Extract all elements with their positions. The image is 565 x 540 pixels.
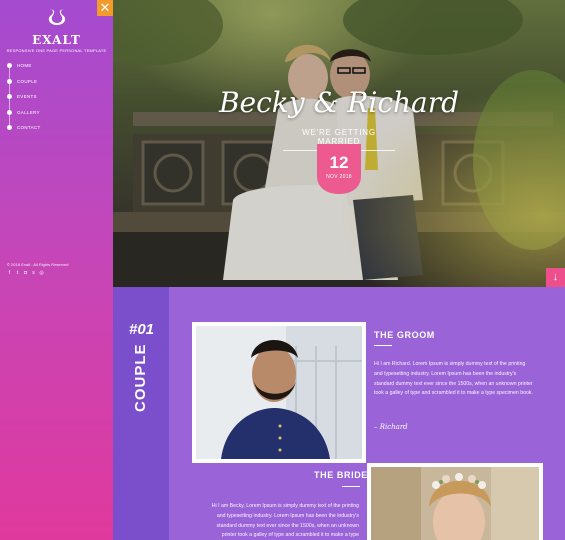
bride-heading: THE BRIDE	[314, 470, 368, 480]
heading-divider	[374, 345, 392, 346]
bride-bio: Hi I am Becky, Lorem Ipsum is simply dum…	[211, 503, 359, 539]
social-links: f t ◘ s ◎	[7, 271, 44, 276]
heading-divider	[342, 486, 360, 487]
nav-dot-icon	[7, 78, 12, 84]
bride-photo	[367, 463, 543, 540]
nav-label: EVENTS	[17, 94, 37, 100]
nav-item-gallery[interactable]: GALLERY	[7, 105, 107, 121]
section-label: COUPLE	[132, 343, 149, 412]
swan-logo-icon	[48, 9, 65, 25]
date-month: NOV 2018	[326, 174, 352, 180]
nav-dot-icon	[7, 63, 12, 69]
skype-icon[interactable]: s	[31, 271, 36, 276]
scroll-down-button[interactable]: ↓	[546, 268, 565, 287]
nav-label: HOME	[17, 63, 32, 69]
brand-name: EXALT	[32, 33, 81, 47]
brand-tagline: RESPONSIVE ONE PAGE PERSONAL TEMPLATE	[6, 48, 107, 53]
section-number: #01	[129, 321, 155, 338]
groom-bio: Hi I am Richard. Lorem Ipsum is simply d…	[374, 361, 533, 397]
nav-dot-icon	[7, 125, 12, 131]
groom-photo	[192, 322, 366, 463]
nav-item-home[interactable]: HOME	[7, 58, 107, 74]
date-day: 12	[329, 153, 349, 172]
sidebar: EXALT RESPONSIVE ONE PAGE PERSONAL TEMPL…	[0, 0, 113, 540]
copyright-text: © 2018 Exalt - All Rights Reserved	[7, 262, 69, 267]
nav-label: GALLERY	[17, 109, 40, 115]
nav-label: CONTACT	[17, 125, 41, 131]
couple-names: Becky & Richard	[218, 86, 460, 119]
close-icon: ✕	[99, 0, 111, 15]
groom-heading: THE GROOM	[374, 330, 435, 340]
nav-dot-icon	[7, 109, 12, 115]
close-sidebar-button[interactable]: ✕	[97, 0, 113, 16]
couple-section: #01 COUPLE THE GROOM Hi I am Richard. Lo…	[113, 287, 565, 540]
nav-item-contact[interactable]: CONTACT	[7, 120, 107, 136]
arrow-down-icon: ↓	[552, 271, 559, 283]
nav-item-events[interactable]: EVENTS	[7, 89, 107, 105]
dribbble-icon[interactable]: ◎	[39, 271, 44, 276]
nav-item-couple[interactable]: COUPLE	[7, 74, 107, 90]
facebook-icon[interactable]: f	[7, 271, 12, 276]
hero-section: Becky & Richard WE'RE GETTING MARRIED 12…	[113, 0, 565, 287]
twitter-icon[interactable]: t	[15, 271, 20, 276]
nav-label: COUPLE	[17, 78, 38, 84]
main-nav: HOME COUPLE EVENTS GALLERY CONTACT	[7, 58, 107, 136]
nav-dot-icon	[7, 94, 12, 100]
groom-signature: – Richard	[374, 423, 408, 431]
date-badge: 12 NOV 2018	[317, 144, 361, 194]
instagram-icon[interactable]: ◘	[23, 271, 28, 276]
